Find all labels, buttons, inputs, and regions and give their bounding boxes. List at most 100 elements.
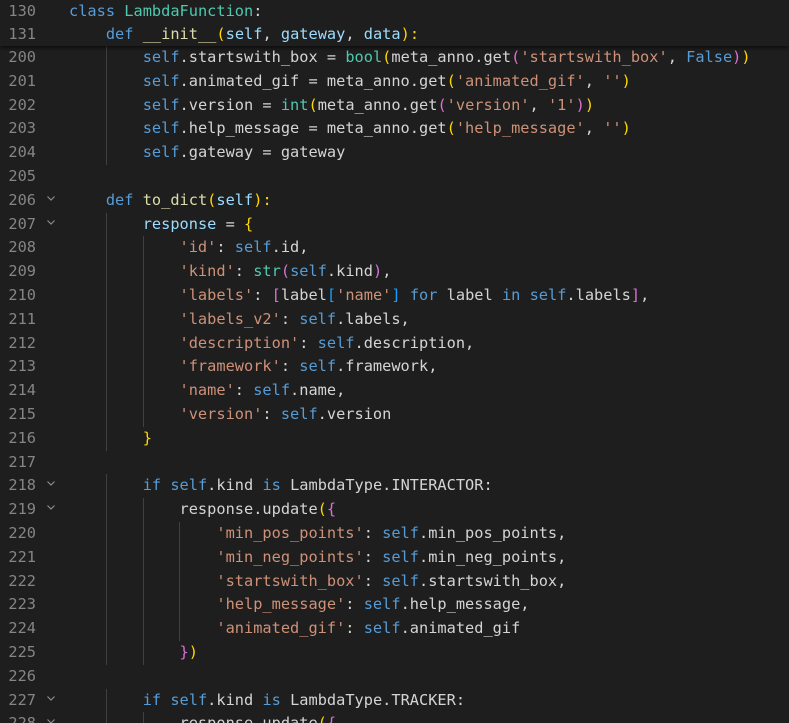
code-line[interactable]: 203 self.help_message = meta_anno.get('h… xyxy=(0,117,789,142)
code-line[interactable]: 219 response.update({ xyxy=(0,498,789,522)
code-text[interactable]: } xyxy=(69,427,152,451)
line-number: 216 xyxy=(8,428,36,447)
code-token: .framework, xyxy=(336,357,438,376)
code-line[interactable]: 205 xyxy=(0,165,789,189)
code-line[interactable]: 220 'min_pos_points': self.min_pos_point… xyxy=(0,521,789,546)
code-token: ) xyxy=(621,119,631,138)
code-token: .kind xyxy=(326,262,373,281)
code-token: to_dict xyxy=(142,190,208,209)
code-line[interactable]: 213 'framework': self.framework, xyxy=(0,355,789,380)
code-line[interactable]: 223 'help_message': self.help_message, xyxy=(0,593,789,618)
code-token: gateway xyxy=(280,25,346,43)
chevron-down-icon[interactable] xyxy=(44,189,58,213)
code-line[interactable]: 204 self.gateway = gateway xyxy=(0,141,789,165)
code-line[interactable]: 221 'min_neg_points': self.min_neg_point… xyxy=(0,545,789,570)
code-line[interactable]: 226 xyxy=(0,665,789,689)
code-text[interactable]: def __init__(self, gateway, data): xyxy=(69,23,419,46)
code-line[interactable]: 209 'kind': str(self.kind), xyxy=(0,260,789,284)
code-text[interactable]: 'min_pos_points': self.min_pos_points, xyxy=(69,522,566,546)
code-text[interactable]: 'labels_v2': self.labels, xyxy=(69,308,410,332)
code-editor[interactable]: 130 class LambdaFunction: 131 def __init__… xyxy=(0,0,789,723)
line-number: 223 xyxy=(8,595,36,614)
code-text[interactable]: 'animated_gif': self.animated_gif xyxy=(69,617,520,641)
line-number: 221 xyxy=(8,547,36,566)
code-text[interactable]: }) xyxy=(69,641,198,665)
chevron-down-icon[interactable] xyxy=(44,689,58,713)
chevron-down-icon[interactable] xyxy=(44,474,58,498)
line-number: 209 xyxy=(8,262,36,281)
code-lines[interactable]: 200 self.startswith_box = bool(meta_anno… xyxy=(0,46,789,723)
code-token: : xyxy=(280,309,300,328)
sticky-scroll-header[interactable]: 130 class LambdaFunction: 131 def __init__… xyxy=(0,0,789,46)
code-token: response.update xyxy=(180,714,318,723)
chevron-down-icon[interactable] xyxy=(44,712,58,723)
code-text[interactable]: 'startswith_box': self.startswith_box, xyxy=(69,570,566,594)
code-line[interactable]: 217 xyxy=(0,451,789,475)
code-token: str xyxy=(253,262,281,281)
code-token: self xyxy=(142,48,180,66)
code-text[interactable]: class LambdaFunction: xyxy=(69,0,262,23)
code-line[interactable]: 224 'animated_gif': self.animated_gif xyxy=(0,617,789,641)
code-line[interactable]: 130 class LambdaFunction: xyxy=(0,0,789,23)
code-token: 'version' xyxy=(446,95,530,114)
code-text[interactable]: 'description': self.description, xyxy=(69,332,475,356)
code-text[interactable]: self.help_message = meta_anno.get('help_… xyxy=(69,117,631,141)
code-text[interactable]: response.update({ xyxy=(69,498,337,522)
code-text[interactable]: 'min_neg_points': self.min_neg_points, xyxy=(69,546,566,570)
code-text[interactable]: self.version = int(meta_anno.get('versio… xyxy=(69,94,594,118)
code-text[interactable]: if self.kind is LambdaType.TRACKER: xyxy=(69,689,465,713)
code-token: LambdaType.TRACKER: xyxy=(280,690,466,709)
code-line[interactable]: 222 'startswith_box': self.startswith_bo… xyxy=(0,569,789,594)
code-token: ( xyxy=(446,119,456,138)
code-line[interactable]: 131 def __init__(self, gateway, data): xyxy=(0,23,789,46)
code-text[interactable]: 'help_message': self.help_message, xyxy=(69,593,529,617)
code-token: ) xyxy=(188,642,198,661)
code-line[interactable]: 210 'labels': [label['name'] for label i… xyxy=(0,283,789,308)
code-line[interactable]: 212 'description': self.description, xyxy=(0,331,789,356)
code-text[interactable]: 'kind': str(self.kind), xyxy=(69,260,392,284)
code-line[interactable]: 201 self.animated_gif = meta_anno.get('a… xyxy=(0,69,789,94)
code-token: ): xyxy=(253,190,272,209)
code-token: meta_anno.get xyxy=(391,48,512,66)
code-line[interactable]: 225 }) xyxy=(0,640,789,665)
code-text[interactable]: self.gateway = gateway xyxy=(69,141,346,165)
code-line[interactable]: 214 'name': self.name, xyxy=(0,379,789,403)
code-token: : xyxy=(345,619,364,638)
code-text[interactable]: self.startswith_box = bool(meta_anno.get… xyxy=(69,46,751,70)
code-text[interactable]: self.animated_gif = meta_anno.get('anima… xyxy=(69,70,631,94)
code-text[interactable]: response = { xyxy=(69,213,254,237)
code-line[interactable]: 227 if self.kind is LambdaType.TRACKER: xyxy=(0,688,789,713)
code-line[interactable]: 211 'labels_v2': self.labels, xyxy=(0,307,789,332)
code-token: [ xyxy=(326,285,337,304)
code-line[interactable]: 202 self.version = int(meta_anno.get('ve… xyxy=(0,93,789,118)
code-text[interactable]: 'id': self.id, xyxy=(69,236,309,260)
code-token: self xyxy=(363,595,401,614)
code-line[interactable]: 206 def to_dict(self): xyxy=(0,189,789,213)
code-text[interactable]: 'framework': self.framework, xyxy=(69,355,438,379)
code-line[interactable]: 218 if self.kind is LambdaType.INTERACTO… xyxy=(0,474,789,499)
code-line[interactable]: 208 'id': self.id, xyxy=(0,236,789,261)
code-line[interactable]: 200 self.startswith_box = bool(meta_anno… xyxy=(0,46,789,70)
code-line[interactable]: 207 response = { xyxy=(0,212,789,237)
code-token: , xyxy=(667,48,687,66)
chevron-down-icon[interactable] xyxy=(44,498,58,522)
chevron-down-icon[interactable] xyxy=(44,213,58,237)
code-token: .min_pos_points, xyxy=(418,523,567,542)
code-text[interactable]: def to_dict(self): xyxy=(69,189,272,213)
code-token: for xyxy=(409,285,438,304)
code-text[interactable]: 'labels': [label['name'] for label in se… xyxy=(69,284,650,308)
code-text[interactable]: 'version': self.version xyxy=(69,403,392,427)
code-line[interactable]: 215 'version': self.version xyxy=(0,402,789,427)
code-token: .name, xyxy=(290,381,346,400)
code-token: if xyxy=(142,476,162,495)
code-text[interactable]: 'name': self.name, xyxy=(69,379,346,403)
code-text[interactable]: if self.kind is LambdaType.INTERACTOR: xyxy=(69,474,493,498)
code-text[interactable]: response.update({ xyxy=(69,712,337,723)
code-line[interactable]: 216 } xyxy=(0,426,789,451)
code-line[interactable]: 228 response.update({ xyxy=(0,712,789,723)
